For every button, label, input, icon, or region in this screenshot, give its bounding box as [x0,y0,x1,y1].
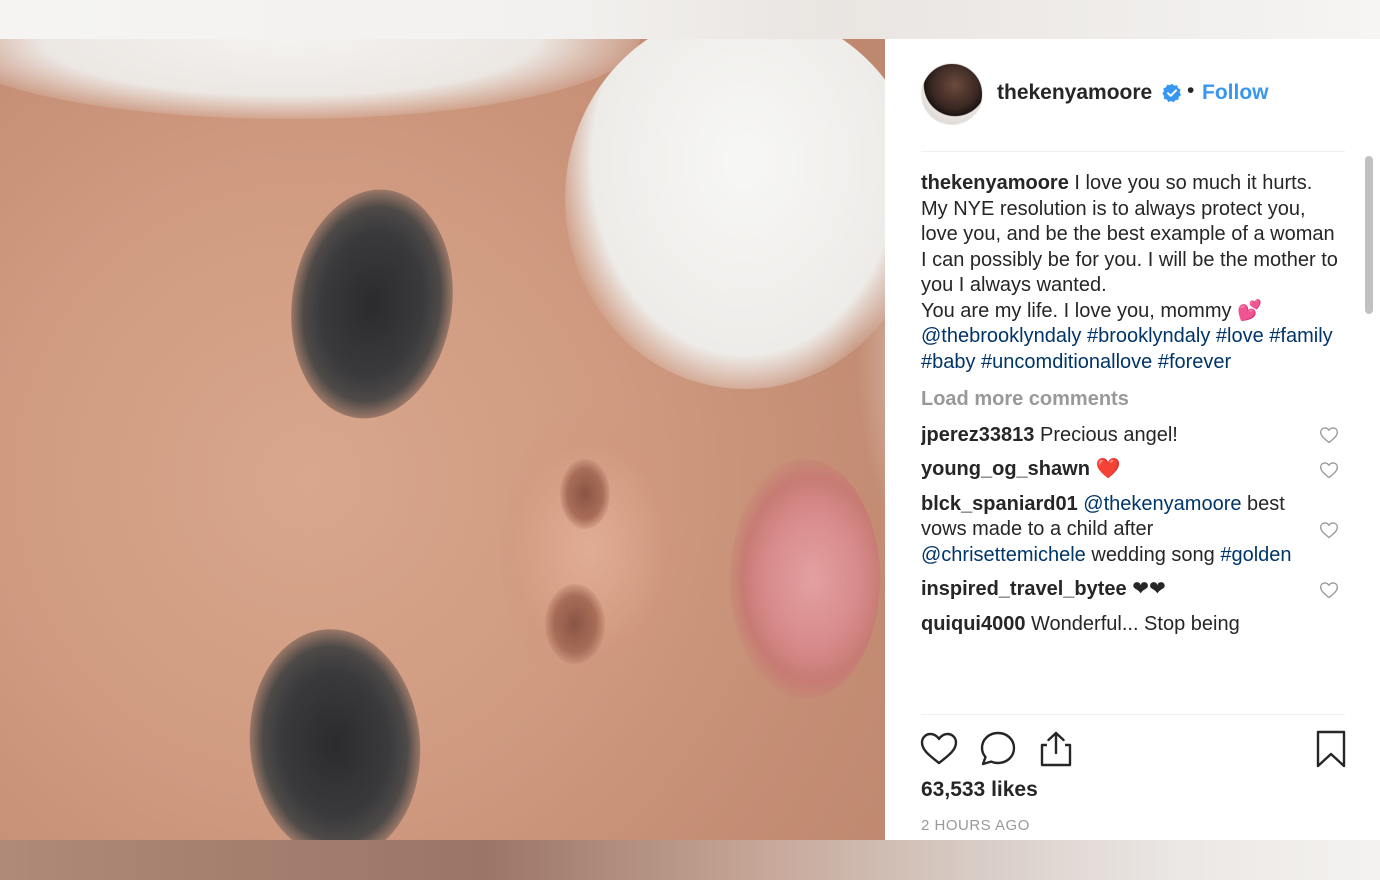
comment-mention[interactable]: @chrisettemichele [921,544,1086,566]
comment-item: inspired_travel_bytee ❤❤ [921,577,1341,603]
photo-nostril-lower [545,584,605,664]
share-icon[interactable] [1036,729,1076,769]
caption-username[interactable]: thekenyamoore [921,172,1069,194]
header-divider [921,151,1345,152]
comment-item: young_og_shawn ❤️ [921,457,1341,483]
comments-list[interactable]: thekenyamoore I love you so much it hurt… [921,167,1341,715]
comment-text: wedding song [1085,543,1221,566]
caption-hashtags[interactable]: @thebrooklyndaly #brooklyndaly #love #fa… [921,325,1333,373]
comment-text: Precious angel! [1034,423,1178,446]
background-blur-bottom [0,840,1380,880]
comment-username[interactable]: blck_spaniard01 [921,493,1078,515]
comment-like-heart-icon[interactable] [1319,460,1339,480]
photo-blanket-right [565,39,885,389]
comment-username[interactable]: jperez33813 [921,424,1034,446]
scrollbar-thumb[interactable] [1365,156,1373,314]
photo-nostril-upper [560,459,610,529]
heart-icon[interactable] [919,729,959,769]
load-more-comments-button[interactable]: Load more comments [921,387,1341,413]
post-timestamp[interactable]: 2 HOURS AGO [921,817,1030,834]
post-header: thekenyamoore • Follow [885,39,1380,151]
comment-hashtag[interactable]: #golden [1220,544,1291,566]
photo-nose [500,399,700,699]
post-actions-bar [885,725,1380,775]
photo-eye-upper [276,178,468,430]
avatar[interactable] [921,63,983,125]
comment-item: jperez33813 Precious angel! [921,423,1341,449]
actions-divider [921,714,1345,715]
photo-eye-lower [240,622,430,840]
verified-badge-icon [1162,83,1182,103]
comment-mention[interactable]: @thekenyamoore [1078,493,1241,515]
likes-count[interactable]: 63,533 likes [921,778,1038,802]
comment-text: ❤️ [1089,458,1121,480]
caption-line2: You are my life. I love you, mommy 💕 [921,299,1262,322]
comment-like-heart-icon[interactable] [1319,520,1339,540]
comment-text: ❤❤ [1126,578,1166,600]
photo-blanket-top [0,39,640,119]
comment-like-heart-icon[interactable] [1319,425,1339,445]
comment-bubble-icon[interactable] [978,729,1018,769]
comment-text: Wonderful... Stop being [1025,612,1240,635]
comments-scrollbar[interactable] [1363,152,1375,715]
post-side-panel: thekenyamoore • Follow thekenyamoore I l… [885,39,1380,840]
follow-button[interactable]: Follow [1202,81,1269,105]
header-separator: • [1187,79,1195,102]
photo-lips [730,459,880,699]
comment-item: blck_spaniard01 @thekenyamoore best vows… [921,492,1341,569]
bookmark-icon[interactable] [1311,729,1351,769]
comment-item: quiqui4000 Wonderful... Stop being [921,612,1341,638]
comment-username[interactable]: young_og_shawn [921,458,1090,480]
comment-like-heart-icon[interactable] [1319,580,1339,600]
post-photo [0,39,885,840]
comment-username[interactable]: quiqui4000 [921,613,1025,635]
header-username[interactable]: thekenyamoore [997,81,1152,105]
post-caption: thekenyamoore I love you so much it hurt… [921,171,1341,375]
background-blur-top [0,0,1380,39]
comment-username[interactable]: inspired_travel_bytee [921,578,1127,600]
